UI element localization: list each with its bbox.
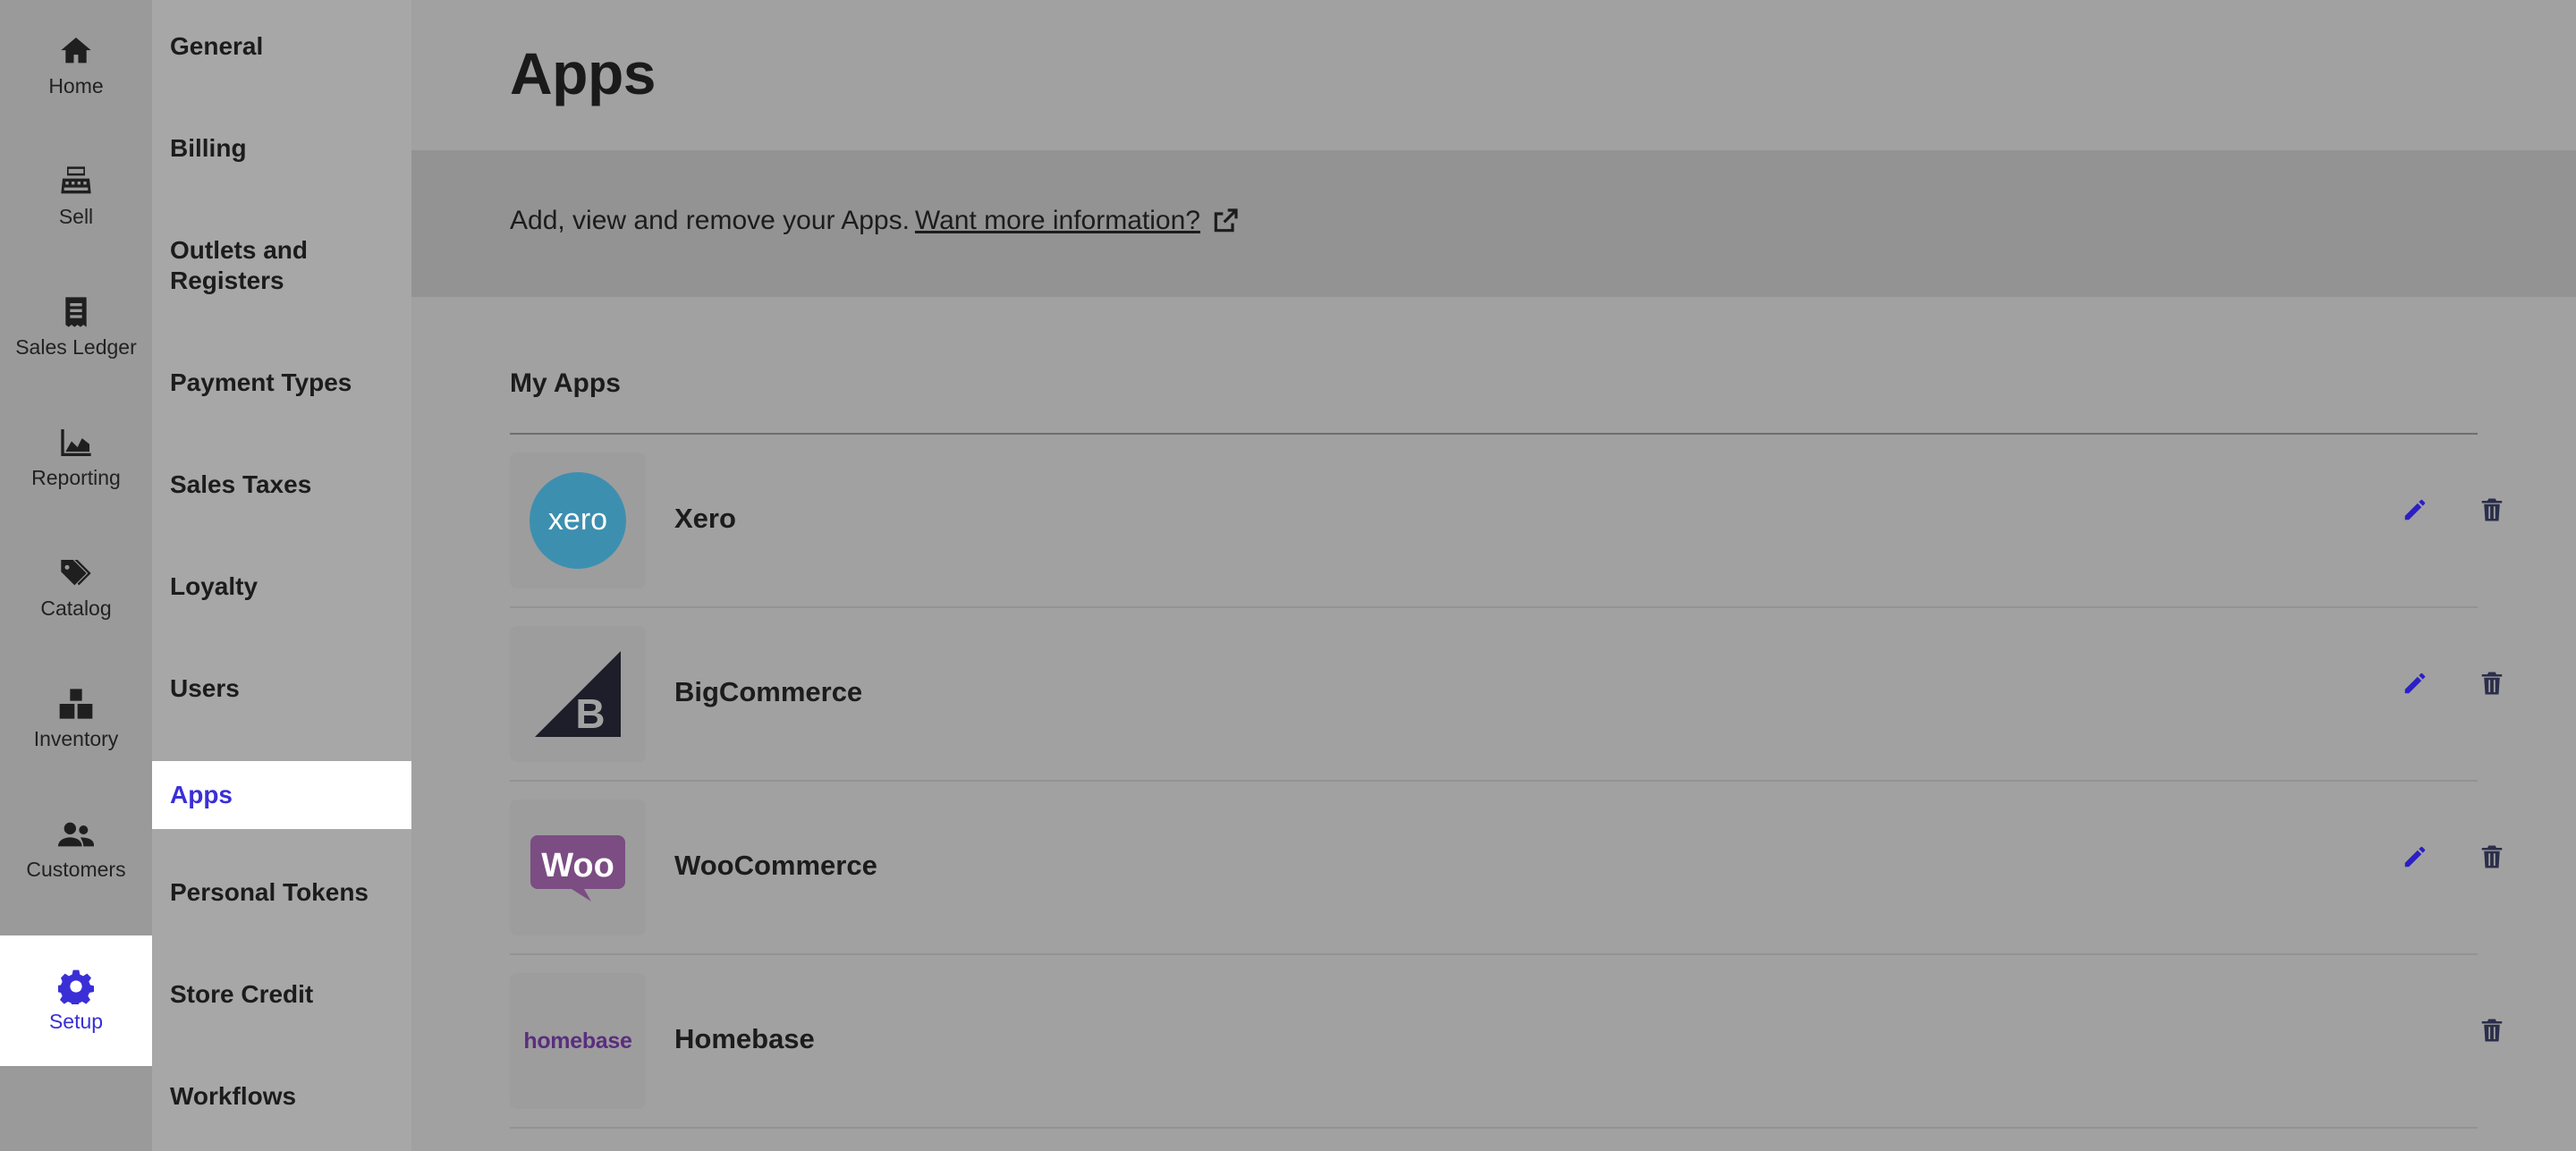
submenu-item-payment-types[interactable]: Payment Types <box>152 349 411 417</box>
nav-sales-ledger[interactable]: Sales Ledger <box>0 261 152 392</box>
app-row-homebase: homebase Homebase <box>510 955 2503 1129</box>
bigcommerce-logo-text: B <box>575 690 605 737</box>
nav-inventory-label: Inventory <box>33 726 119 750</box>
submenu-item-outlets-and-registers[interactable]: Outlets and Registers <box>152 216 411 315</box>
info-banner: Add, view and remove your Apps. Want mor… <box>411 150 2576 297</box>
trash-icon <box>2481 498 2503 521</box>
receipt-icon <box>65 296 87 327</box>
nav-sell[interactable]: Sell <box>0 131 152 261</box>
main-nav-rail: Home Sell Sales Ledger Reporting Catalog… <box>0 0 152 1151</box>
edit-app-button[interactable] <box>2397 839 2433 875</box>
area-chart-icon <box>61 428 91 456</box>
gear-icon <box>58 969 94 1004</box>
submenu-item-users[interactable]: Users <box>152 655 411 723</box>
submenu-item-personal-tokens[interactable]: Personal Tokens <box>152 859 411 927</box>
app-name: Xero <box>674 503 736 534</box>
tags-icon <box>61 559 91 585</box>
delete-app-button[interactable] <box>2474 1012 2510 1048</box>
nav-inventory[interactable]: Inventory <box>0 653 152 783</box>
delete-app-button[interactable] <box>2474 839 2510 875</box>
homebase-logo-text: homebase <box>523 1028 632 1054</box>
app-row-bigcommerce: B BigCommerce <box>510 608 2503 782</box>
trash-icon <box>2481 845 2503 868</box>
homebase-logo: homebase <box>510 973 646 1109</box>
nav-reporting-label: Reporting <box>31 465 121 489</box>
nav-setup-label: Setup <box>48 1009 104 1033</box>
nav-sales-ledger-label: Sales Ledger <box>15 334 137 359</box>
submenu-item-billing[interactable]: Billing <box>152 114 411 182</box>
submenu-item-sales-taxes[interactable]: Sales Taxes <box>152 451 411 519</box>
delete-app-button[interactable] <box>2474 665 2510 701</box>
submenu-item-workflows[interactable]: Workflows <box>152 1062 411 1130</box>
submenu-item-general[interactable]: General <box>152 13 411 80</box>
external-link-icon <box>1214 208 1238 233</box>
woocommerce-logo-text: Woo <box>541 847 614 884</box>
register-icon <box>61 165 91 193</box>
page-title: Apps <box>510 40 657 106</box>
boxes-icon <box>59 688 93 719</box>
edit-app-button[interactable] <box>2397 665 2433 701</box>
nav-customers-label: Customers <box>26 857 126 881</box>
app-row-xero: xero Xero <box>510 435 2503 608</box>
info-text-row: Add, view and remove your Apps. Want mor… <box>510 206 1240 236</box>
setup-submenu: General Billing Outlets and Registers Pa… <box>152 0 411 1151</box>
nav-reporting[interactable]: Reporting <box>0 392 152 522</box>
pencil-icon <box>2404 846 2426 867</box>
submenu-item-loyalty[interactable]: Loyalty <box>152 553 411 621</box>
more-info-link[interactable]: Want more information? <box>915 206 1200 236</box>
nav-home-label: Home <box>48 73 104 97</box>
pencil-icon <box>2404 499 2426 520</box>
home-icon <box>61 37 91 63</box>
users-icon <box>58 822 94 846</box>
submenu-item-store-credit[interactable]: Store Credit <box>152 961 411 1028</box>
info-text: Add, view and remove your Apps. <box>510 206 910 235</box>
nav-sell-label: Sell <box>58 204 94 228</box>
xero-logo: xero <box>510 453 646 588</box>
submenu-item-apps[interactable]: Apps <box>152 761 411 829</box>
nav-home[interactable]: Home <box>0 0 152 131</box>
app-row-woocommerce: Woo WooCommerce <box>510 782 2503 955</box>
app-name: Homebase <box>674 1023 815 1054</box>
nav-customers[interactable]: Customers <box>0 783 152 914</box>
my-apps-heading: My Apps <box>510 368 621 398</box>
delete-app-button[interactable] <box>2474 492 2510 528</box>
trash-icon <box>2481 672 2503 695</box>
app-name: WooCommerce <box>674 850 877 881</box>
woocommerce-logo: Woo <box>510 800 646 935</box>
app-name: BigCommerce <box>674 676 863 707</box>
nav-setup[interactable]: Setup <box>0 935 152 1066</box>
trash-icon <box>2481 1019 2503 1042</box>
nav-catalog-label: Catalog <box>40 596 112 620</box>
pencil-icon <box>2404 673 2426 694</box>
edit-app-button[interactable] <box>2397 492 2433 528</box>
xero-logo-text: xero <box>548 503 607 537</box>
bigcommerce-logo: B <box>510 626 646 762</box>
nav-catalog[interactable]: Catalog <box>0 522 152 653</box>
main-content: Apps Add, view and remove your Apps. Wan… <box>411 0 2576 1151</box>
